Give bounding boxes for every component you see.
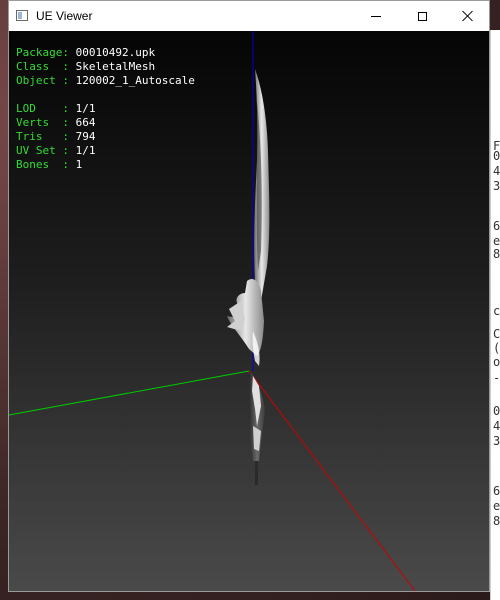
3d-viewport[interactable]: Package: 00010492.upk Class : SkeletalMe… [9, 31, 489, 591]
info-value: 120002_1_Autoscale [75, 74, 195, 87]
info-verts: Verts : 664 [16, 116, 195, 130]
info-label: LOD : [16, 102, 76, 115]
side-text: 4 [493, 164, 500, 178]
info-label: Tris : [16, 130, 76, 143]
background-window-edge: F 0 4 3 6 e 8 c C ( o - 0 4 3 6 e 8 [490, 30, 500, 600]
info-bones: Bones : 1 [16, 158, 195, 172]
side-text: 0 [493, 149, 500, 163]
close-button[interactable] [445, 1, 491, 31]
side-text: 8 [493, 247, 500, 261]
skeletal-mesh-model [227, 69, 270, 485]
info-object: Object : 120002_1_Autoscale [16, 74, 195, 88]
side-text: 3 [493, 434, 500, 448]
minimize-button[interactable] [353, 1, 399, 31]
title-bar[interactable]: UE Viewer [9, 1, 489, 31]
side-text: - [493, 371, 500, 385]
mesh-info-overlay: Package: 00010492.upk Class : SkeletalMe… [16, 46, 195, 172]
minimize-icon [371, 15, 381, 17]
info-label: Bones : [16, 158, 76, 171]
side-text: 6 [493, 484, 500, 498]
maximize-icon [417, 11, 427, 21]
ue-viewer-window: UE Viewer Package: 00010492.upk Class: … [8, 0, 490, 592]
side-text: 8 [493, 514, 500, 528]
info-uvset: UV Set : 1/1 [16, 144, 195, 158]
info-class: Class : SkeletalMesh [16, 60, 195, 74]
y-axis-line [9, 370, 250, 416]
app-window-icon[interactable] [16, 10, 28, 21]
window-title: UE Viewer [36, 9, 93, 23]
info-tris: Tris : 794 [16, 130, 195, 144]
info-value: 1 [75, 158, 83, 171]
info-value: 1/1 [75, 144, 96, 157]
info-label: Object : [16, 74, 76, 87]
side-text: C [493, 327, 500, 341]
info-value: 794 [75, 130, 96, 143]
close-icon [462, 10, 474, 22]
info-value: 664 [75, 116, 96, 129]
side-text: 0 [493, 404, 500, 418]
info-lod: LOD : 1/1 [16, 102, 195, 116]
info-label: Class : [16, 60, 76, 73]
info-label: Verts : [16, 116, 76, 129]
side-text: e [493, 499, 500, 513]
x-axis-line [248, 370, 416, 591]
side-text: ( [493, 341, 500, 355]
side-text: 3 [493, 179, 500, 193]
maximize-button[interactable] [399, 1, 445, 31]
info-label: Package: [16, 46, 76, 59]
info-package: Package: 00010492.upk [16, 46, 195, 60]
side-text: c [493, 304, 500, 318]
info-value: SkeletalMesh [75, 60, 156, 73]
info-value: 00010492.upk [75, 46, 156, 59]
info-label: UV Set : [16, 144, 76, 157]
side-text: 6 [493, 219, 500, 233]
info-value: 1/1 [75, 102, 96, 115]
side-text: 4 [493, 419, 500, 433]
side-text: o [493, 355, 500, 369]
